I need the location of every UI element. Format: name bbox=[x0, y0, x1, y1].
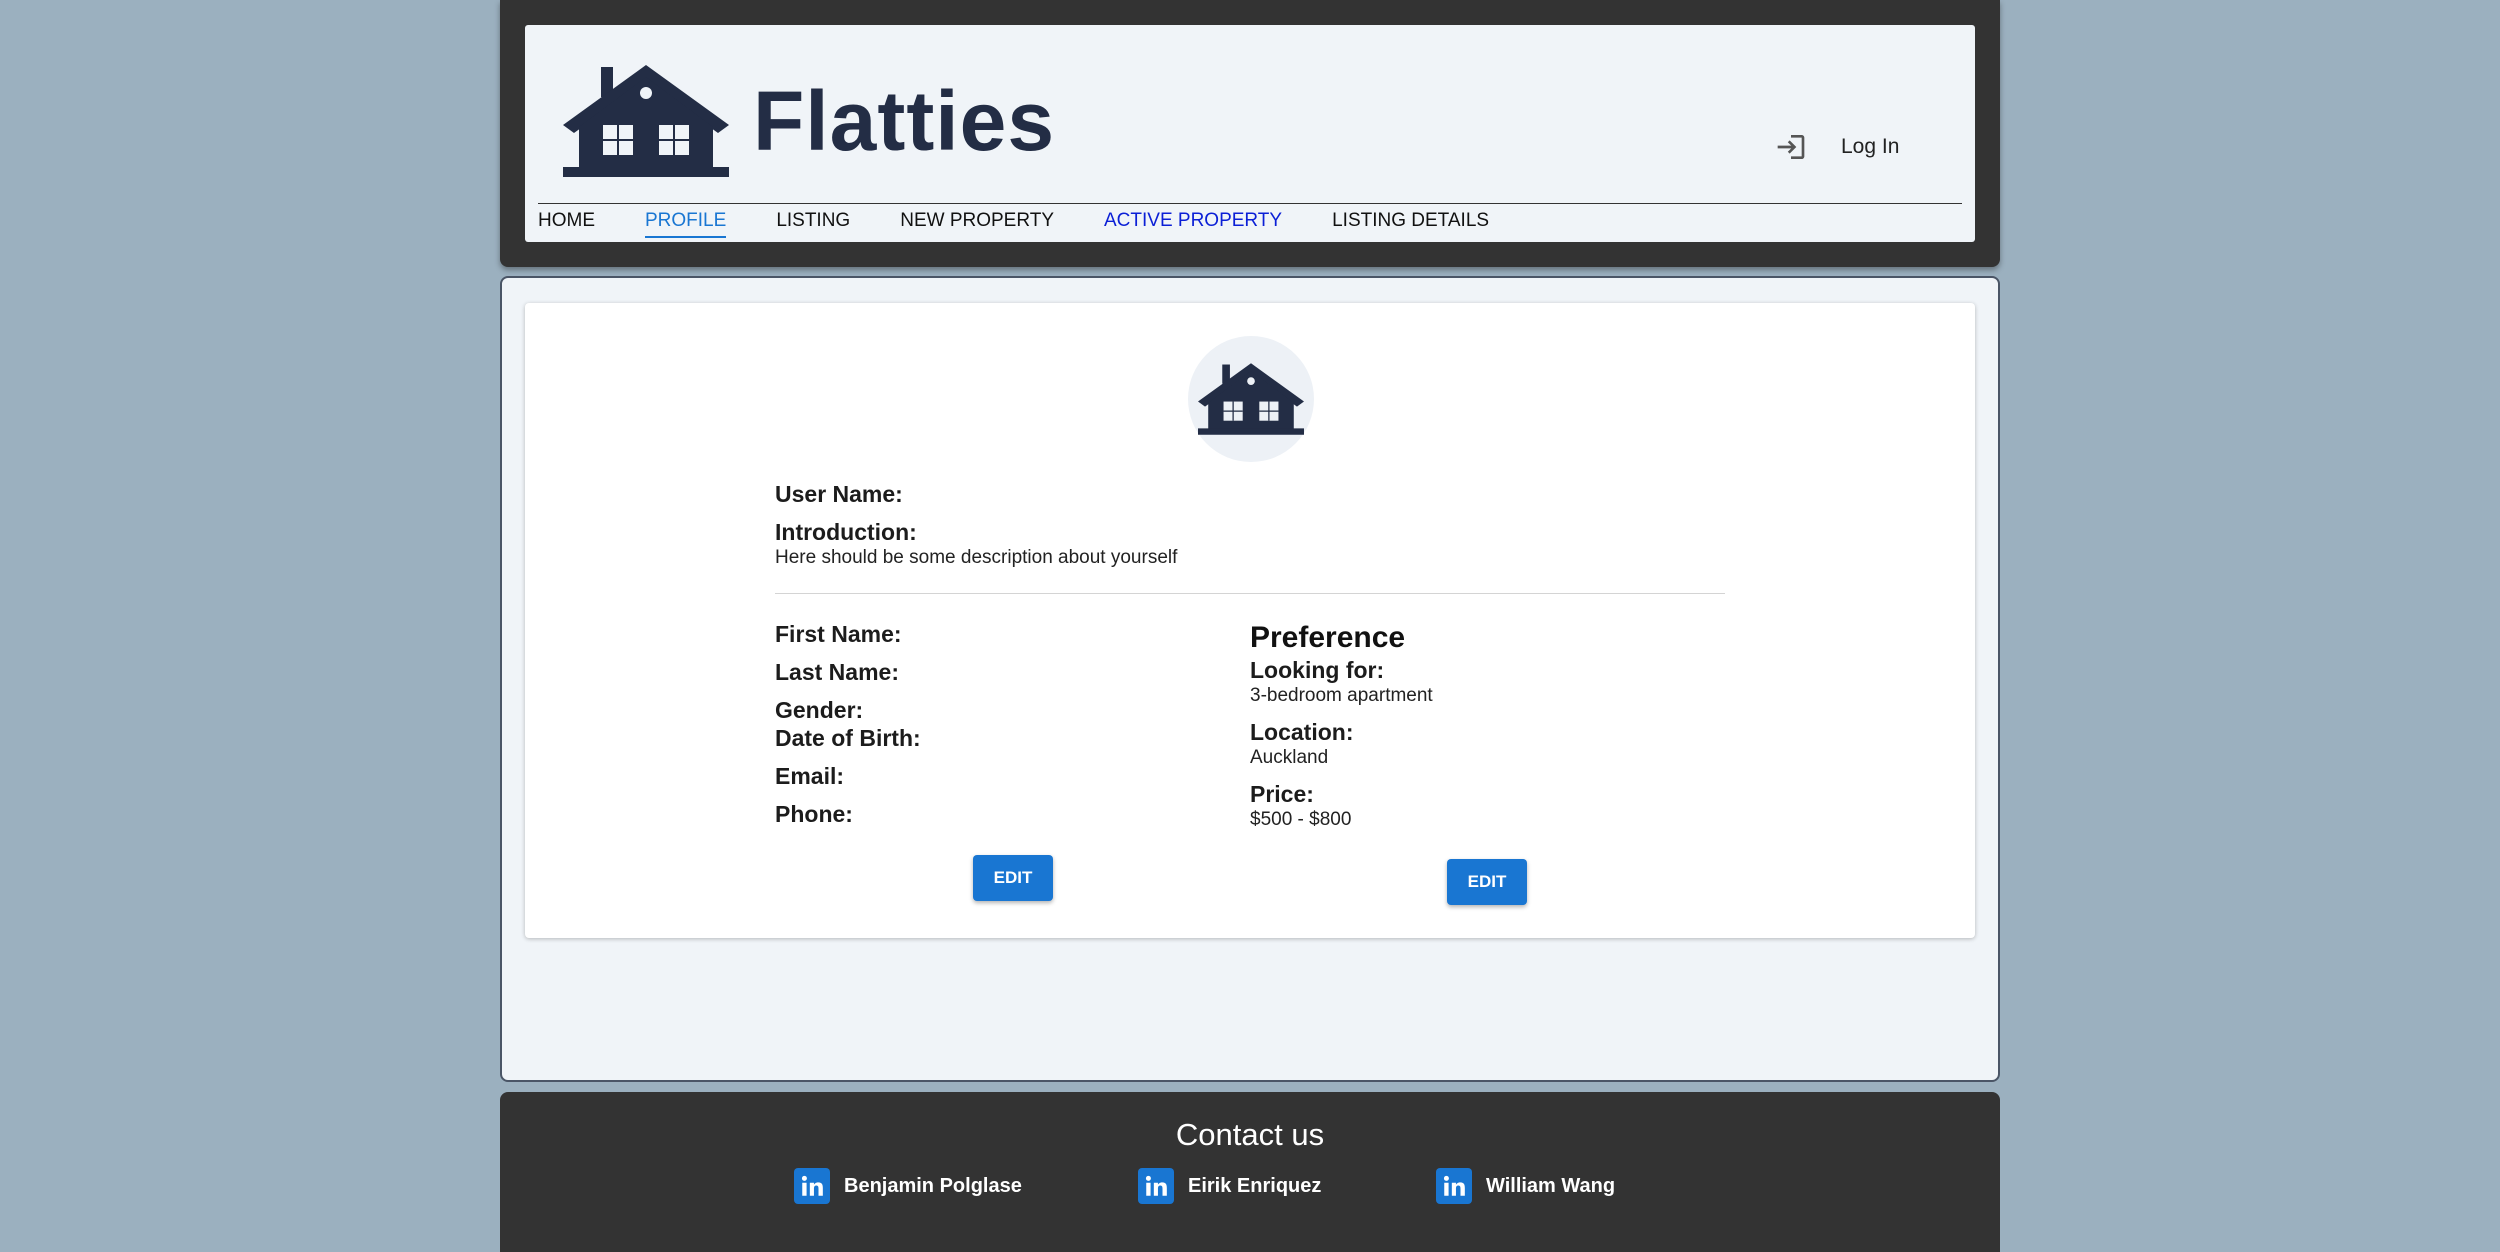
price-label: Price: bbox=[1250, 781, 1314, 807]
last-name-label: Last Name: bbox=[775, 659, 899, 685]
looking-for-value: 3-bedroom apartment bbox=[1250, 685, 1433, 706]
linkedin-icon bbox=[1436, 1168, 1472, 1204]
contact-link-william[interactable]: William Wang bbox=[1436, 1168, 1615, 1204]
location-value: Auckland bbox=[1250, 747, 1329, 768]
house-avatar-icon bbox=[1198, 363, 1304, 435]
first-name-label: First Name: bbox=[775, 621, 902, 647]
edit-profile-button[interactable]: EDIT bbox=[973, 855, 1053, 901]
footer-title: Contact us bbox=[1175, 1117, 1325, 1152]
app-title: Flatties bbox=[753, 74, 1056, 168]
contact-link-benjamin[interactable]: Benjamin Polglase bbox=[794, 1168, 1022, 1204]
location-label: Location: bbox=[1250, 719, 1354, 745]
nav-divider bbox=[538, 203, 1962, 204]
avatar bbox=[1188, 336, 1314, 462]
gender-label: Gender: bbox=[775, 697, 864, 723]
nav-home[interactable]: HOME bbox=[538, 205, 595, 240]
edit-preference-button[interactable]: EDIT bbox=[1447, 859, 1527, 905]
linkedin-icon bbox=[794, 1168, 830, 1204]
header-card: Flatties Log In HOME PROFILE LISTING NEW… bbox=[525, 25, 1975, 242]
nav-active-property[interactable]: ACTIVE PROPERTY bbox=[1104, 205, 1282, 240]
app-logo[interactable]: Flatties bbox=[563, 63, 1055, 179]
price-value: $500 - $800 bbox=[1250, 809, 1352, 830]
preference-title: Preference bbox=[1250, 621, 1406, 654]
nav-new-property[interactable]: NEW PROPERTY bbox=[900, 205, 1054, 240]
dob-label: Date of Birth: bbox=[775, 725, 921, 751]
user-name-label: User Name: bbox=[775, 481, 903, 507]
section-divider bbox=[775, 593, 1725, 594]
nav-listing[interactable]: LISTING bbox=[776, 205, 850, 240]
nav-profile[interactable]: PROFILE bbox=[645, 205, 727, 240]
contact-name: William Wang bbox=[1486, 1174, 1616, 1197]
profile-card: User Name: Introduction: Here should be … bbox=[525, 303, 1975, 938]
contact-name: Eirik Enriquez bbox=[1188, 1174, 1322, 1197]
looking-for-label: Looking for: bbox=[1250, 657, 1385, 683]
introduction-label: Introduction: bbox=[775, 519, 917, 545]
phone-label: Phone: bbox=[775, 801, 853, 827]
contact-name: Benjamin Polglase bbox=[844, 1174, 1022, 1197]
contact-link-eirik[interactable]: Eirik Enriquez bbox=[1138, 1168, 1321, 1204]
footer: Contact us Benjamin Polglase Eirik Enriq… bbox=[500, 1092, 2000, 1252]
login-label: Log In bbox=[1841, 135, 1900, 158]
login-icon bbox=[1777, 135, 1805, 159]
email-label: Email: bbox=[775, 763, 845, 789]
main-frame: User Name: Introduction: Here should be … bbox=[500, 276, 2000, 1082]
house-logo-icon bbox=[563, 65, 729, 177]
linkedin-icon bbox=[1138, 1168, 1174, 1204]
main-nav: HOME PROFILE LISTING NEW PROPERTY ACTIVE… bbox=[538, 205, 1539, 240]
introduction-text: Here should be some description about yo… bbox=[775, 547, 1178, 568]
header-frame: Flatties Log In HOME PROFILE LISTING NEW… bbox=[500, 0, 2000, 267]
nav-listing-details[interactable]: LISTING DETAILS bbox=[1332, 205, 1489, 240]
login-button[interactable]: Log In bbox=[1775, 107, 1975, 187]
